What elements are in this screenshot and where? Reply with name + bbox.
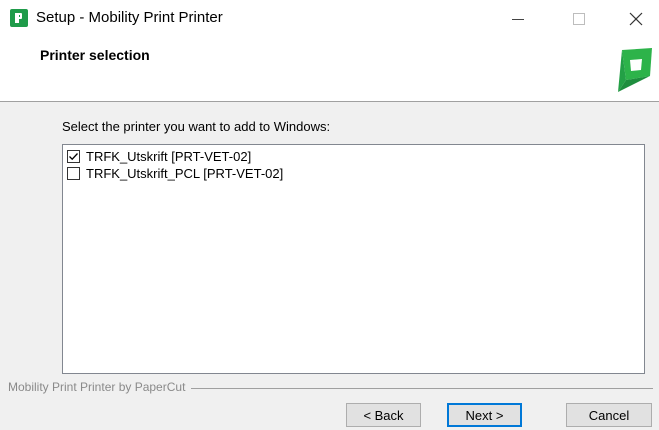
branding-label: Mobility Print Printer by PaperCut <box>8 380 192 394</box>
cancel-button[interactable]: Cancel <box>566 403 652 427</box>
checkmark-icon <box>69 153 78 161</box>
window-title: Setup - Mobility Print Printer <box>36 9 223 26</box>
papercut-app-icon <box>10 9 28 27</box>
printer-list[interactable]: TRFK_Utskrift [PRT-VET-02] TRFK_Utskrift… <box>62 144 645 374</box>
maximize-icon <box>573 13 585 25</box>
next-button[interactable]: Next > <box>447 403 522 427</box>
printer-label: TRFK_Utskrift [PRT-VET-02] <box>86 149 252 164</box>
printer-list-item[interactable]: TRFK_Utskrift [PRT-VET-02] <box>67 148 251 165</box>
setup-window: Setup - Mobility Print Printer Printer s… <box>0 0 659 430</box>
instruction-label: Select the printer you want to add to Wi… <box>62 119 331 134</box>
close-icon <box>629 12 643 26</box>
close-button[interactable] <box>613 0 659 38</box>
title-bar[interactable]: Setup - Mobility Print Printer <box>0 0 659 38</box>
page-title: Printer selection <box>40 47 150 63</box>
wizard-header: Printer selection <box>0 38 659 100</box>
printer-list-item[interactable]: TRFK_Utskrift_PCL [PRT-VET-02] <box>67 165 283 182</box>
printer-checkbox[interactable] <box>67 167 80 180</box>
minimize-button[interactable] <box>495 0 541 38</box>
wizard-body: Select the printer you want to add to Wi… <box>0 102 659 430</box>
printer-checkbox[interactable] <box>67 150 80 163</box>
maximize-button[interactable] <box>556 0 602 38</box>
back-button[interactable]: < Back <box>346 403 421 427</box>
minimize-icon <box>512 18 524 20</box>
papercut-logo <box>618 48 652 92</box>
printer-label: TRFK_Utskrift_PCL [PRT-VET-02] <box>86 166 284 181</box>
